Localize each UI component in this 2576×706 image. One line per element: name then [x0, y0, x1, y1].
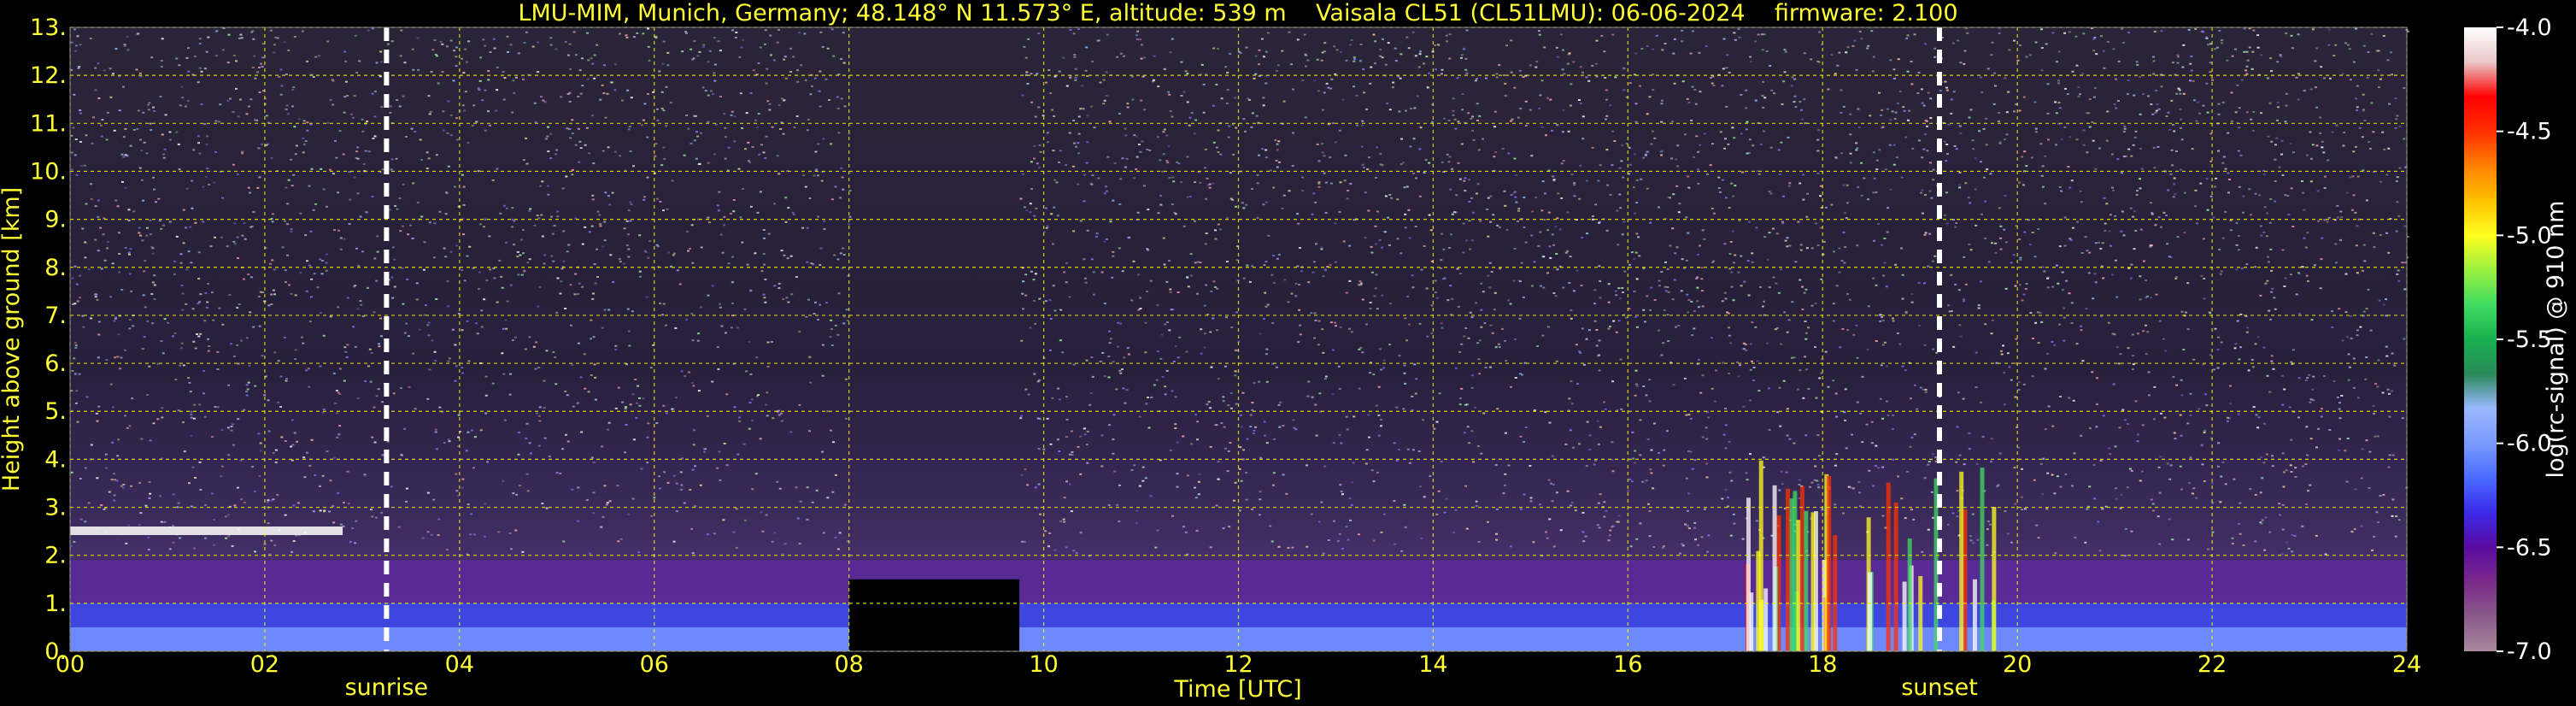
colorbar [2464, 27, 2497, 651]
x-tick-label: 06 [640, 651, 669, 678]
y-tick-label: 2. [44, 543, 67, 569]
y-axis-label: Height above ground [km] [0, 187, 25, 491]
y-tick-label: 3. [44, 495, 67, 521]
x-tick-label: 16 [1613, 651, 1642, 678]
event-label: sunset [1901, 674, 1978, 701]
y-tick-label: 5. [44, 398, 67, 425]
x-axis-label: Time [UTC] [1173, 676, 1301, 703]
y-tick-label: 8. [44, 255, 67, 281]
y-tick-label: 7. [44, 303, 67, 329]
missing-data-region [848, 579, 1020, 651]
y-tick-label: 4. [44, 446, 67, 473]
x-tick-label: 02 [250, 651, 279, 678]
y-tick-label: 12. [30, 62, 67, 89]
event-label: sunrise [345, 674, 429, 701]
plot-background [70, 27, 2407, 651]
y-tick-label: 1. [44, 591, 67, 617]
chart-title: LMU-MIM, Munich, Germany; 48.148° N 11.5… [518, 0, 1957, 26]
y-tick-label: 13. [30, 15, 67, 41]
y-tick-label: 11. [30, 110, 67, 137]
ceilometer-chart: sunrise sunset 00 02 04 06 08 10 12 14 16 18 20 22 24… [0, 0, 2569, 703]
colorbar-label: log(rc-signal) @ 910 nm [2543, 201, 2569, 479]
x-tick-label: 18 [1808, 651, 1837, 678]
x-tick-label: 08 [834, 651, 863, 678]
x-tick-label: 24 [2392, 651, 2421, 678]
colorbar-tick-label: -7.0 [2507, 638, 2552, 665]
x-tick-label: 12 [1223, 651, 1253, 678]
x-tick-label: 04 [445, 651, 474, 678]
colorbar-tick-label: -6.5 [2507, 534, 2552, 561]
y-tick-label: 10. [30, 158, 67, 185]
y-tick-label: 6. [44, 350, 67, 377]
x-tick-label: 22 [2198, 651, 2227, 678]
x-tick-label: 14 [1418, 651, 1447, 678]
colorbar-tick-label: -4.5 [2507, 119, 2552, 145]
colorbar-tick-label: -4.0 [2507, 15, 2552, 41]
y-tick-label: 0. [44, 638, 67, 665]
y-tick-label: 9. [44, 207, 67, 233]
x-tick-label: 20 [2003, 651, 2032, 678]
y-axis-ticks: 0. 1. 2. 3. 4. 5. 6. 7. 8. 9. 10. 11. 12. 13. [30, 15, 67, 665]
x-tick-label: 10 [1029, 651, 1058, 678]
